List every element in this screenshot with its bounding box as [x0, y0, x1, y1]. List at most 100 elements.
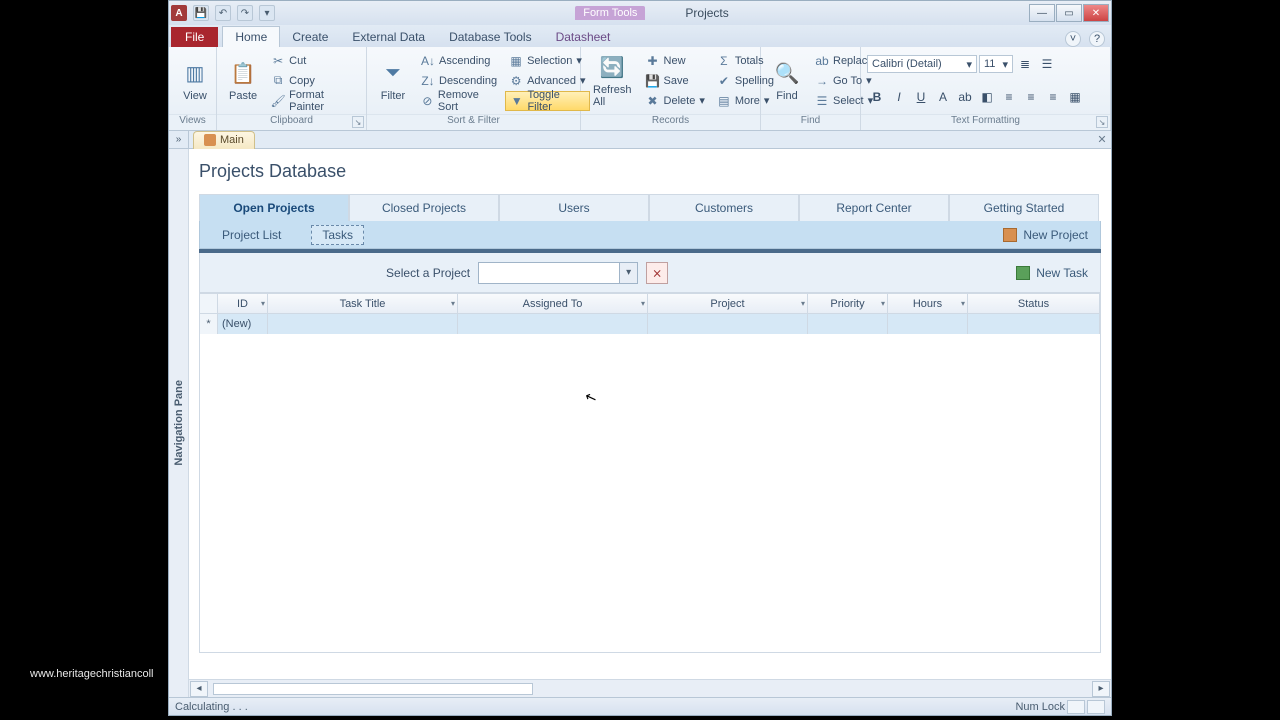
cut-button[interactable]: ✂Cut — [267, 51, 360, 71]
cell-project[interactable] — [648, 314, 808, 334]
selection-button[interactable]: ▦Selection ▾ — [505, 51, 589, 71]
tab-users[interactable]: Users — [499, 194, 649, 221]
col-priority[interactable]: Priority▾ — [808, 294, 888, 313]
page-title: Projects Database — [199, 161, 1101, 182]
file-tab[interactable]: File — [171, 27, 218, 47]
col-task-title[interactable]: Task Title▾ — [268, 294, 458, 313]
sort-ascending-button[interactable]: A↓Ascending — [417, 51, 501, 71]
subtab-project-list[interactable]: Project List — [212, 226, 291, 244]
qat-customize-button[interactable]: ▾ — [259, 5, 275, 21]
col-status[interactable]: Status — [968, 294, 1100, 313]
save-record-button[interactable]: 💾Save — [642, 71, 709, 91]
subtab-tasks[interactable]: Tasks — [311, 225, 364, 245]
select-project-combo[interactable]: ▾ — [478, 262, 638, 284]
new-record-button[interactable]: ✚New — [642, 51, 709, 71]
cell-hours[interactable] — [888, 314, 968, 334]
view-button[interactable]: ▥View — [175, 58, 215, 104]
find-button[interactable]: 🔍Find — [767, 58, 807, 104]
paste-icon: 📋 — [229, 60, 257, 88]
scroll-right-button[interactable]: ▸ — [1092, 681, 1110, 697]
font-selector[interactable]: Calibri (Detail)▾ — [867, 55, 977, 73]
cell-task-title[interactable] — [268, 314, 458, 334]
advanced-button[interactable]: ⚙Advanced ▾ — [505, 71, 589, 91]
new-project-link[interactable]: New Project — [1003, 228, 1088, 242]
save-icon: 💾 — [646, 74, 660, 88]
new-icon: ✚ — [646, 54, 660, 68]
numbering-button[interactable]: ☰ — [1037, 55, 1057, 73]
clipboard-launcher[interactable]: ↘ — [352, 116, 364, 128]
cell-assigned-to[interactable] — [458, 314, 648, 334]
qat-save-button[interactable]: 💾 — [193, 5, 209, 21]
cell-priority[interactable] — [808, 314, 888, 334]
col-id[interactable]: ID▾ — [218, 294, 268, 313]
italic-button[interactable]: I — [889, 88, 909, 106]
object-tab-close[interactable]: ✕ — [1093, 131, 1111, 149]
new-task-link[interactable]: New Task — [1016, 266, 1088, 280]
filter-button[interactable]: ⏷Filter — [373, 58, 413, 104]
title-bar: A 💾 ↶ ↷ ▾ Form Tools Projects — ▭ ✕ — [169, 1, 1111, 25]
tab-getting-started[interactable]: Getting Started — [949, 194, 1099, 221]
nav-pane-toggle[interactable]: » — [169, 131, 189, 149]
qat-undo-button[interactable]: ↶ — [215, 5, 231, 21]
align-left-button[interactable]: ≡ — [999, 88, 1019, 106]
view-form-button[interactable] — [1067, 700, 1085, 714]
sub-nav-bar: Project List Tasks New Project — [199, 221, 1101, 249]
highlight-button[interactable]: ab — [955, 88, 975, 106]
object-tab-main[interactable]: Main — [193, 131, 255, 149]
col-project[interactable]: Project▾ — [648, 294, 808, 313]
horizontal-scrollbar[interactable] — [213, 683, 533, 695]
tab-customers[interactable]: Customers — [649, 194, 799, 221]
align-center-button[interactable]: ≡ — [1021, 88, 1041, 106]
spelling-icon: ✔ — [717, 74, 731, 88]
fill-color-button[interactable]: ◧ — [977, 88, 997, 106]
ribbon-minimize-button[interactable]: ˅ — [1065, 31, 1081, 47]
copy-button[interactable]: ⧉Copy — [267, 71, 360, 91]
scroll-left-button[interactable]: ◂ — [190, 681, 208, 697]
format-painter-button[interactable]: 🖌Format Painter — [267, 91, 360, 111]
select-all-cell[interactable] — [200, 294, 218, 313]
refresh-all-button[interactable]: 🔄Refresh All — [587, 52, 638, 110]
font-color-button[interactable]: A — [933, 88, 953, 106]
col-hours[interactable]: Hours▾ — [888, 294, 968, 313]
cell-id-new[interactable]: (New) — [218, 314, 268, 334]
quick-access-toolbar: 💾 ↶ ↷ ▾ — [193, 5, 275, 21]
project-selector-row: Select a Project ▾ ⨯ New Task — [199, 253, 1101, 293]
ribbon-tab-database-tools[interactable]: Database Tools — [437, 27, 544, 47]
new-record-row[interactable]: * (New) — [200, 314, 1100, 334]
font-size-selector[interactable]: 11▾ — [979, 55, 1013, 73]
help-button[interactable]: ? — [1089, 31, 1105, 47]
combo-dropdown-button[interactable]: ▾ — [619, 263, 637, 283]
window-close-button[interactable]: ✕ — [1083, 4, 1109, 22]
sort-descending-button[interactable]: Z↓Descending — [417, 71, 501, 91]
qat-redo-button[interactable]: ↷ — [237, 5, 253, 21]
clear-filter-button[interactable]: ⨯ — [646, 262, 668, 284]
toggle-filter-button[interactable]: ▼Toggle Filter — [505, 91, 589, 111]
ribbon-tab-home[interactable]: Home — [222, 26, 280, 47]
maximize-button[interactable]: ▭ — [1056, 4, 1082, 22]
bullets-button[interactable]: ≣ — [1015, 55, 1035, 73]
navigation-pane-collapsed[interactable]: Navigation Pane — [169, 149, 189, 697]
minimize-button[interactable]: — — [1029, 4, 1055, 22]
bold-button[interactable]: B — [867, 88, 887, 106]
ribbon-tab-datasheet[interactable]: Datasheet — [544, 27, 623, 47]
tab-closed-projects[interactable]: Closed Projects — [349, 194, 499, 221]
remove-sort-button[interactable]: ⊘Remove Sort — [417, 91, 501, 111]
delete-icon: ✖ — [646, 94, 660, 108]
delete-record-button[interactable]: ✖Delete ▾ — [642, 91, 709, 111]
underline-button[interactable]: U — [911, 88, 931, 106]
ribbon-tab-external-data[interactable]: External Data — [340, 27, 437, 47]
col-assigned-to[interactable]: Assigned To▾ — [458, 294, 648, 313]
view-datasheet-button[interactable] — [1087, 700, 1105, 714]
cell-status[interactable] — [968, 314, 1100, 334]
row-selector[interactable]: * — [200, 314, 218, 334]
gridlines-button[interactable]: ▦ — [1065, 88, 1085, 106]
document-title: Projects — [685, 6, 728, 20]
ribbon-tab-create[interactable]: Create — [280, 27, 340, 47]
tab-report-center[interactable]: Report Center — [799, 194, 949, 221]
refresh-icon: 🔄 — [598, 54, 626, 82]
text-formatting-launcher[interactable]: ↘ — [1096, 116, 1108, 128]
align-right-button[interactable]: ≡ — [1043, 88, 1063, 106]
paste-button[interactable]: 📋Paste — [223, 58, 263, 104]
tab-open-projects[interactable]: Open Projects — [199, 194, 349, 221]
group-sort-filter-label: Sort & Filter — [367, 114, 580, 130]
